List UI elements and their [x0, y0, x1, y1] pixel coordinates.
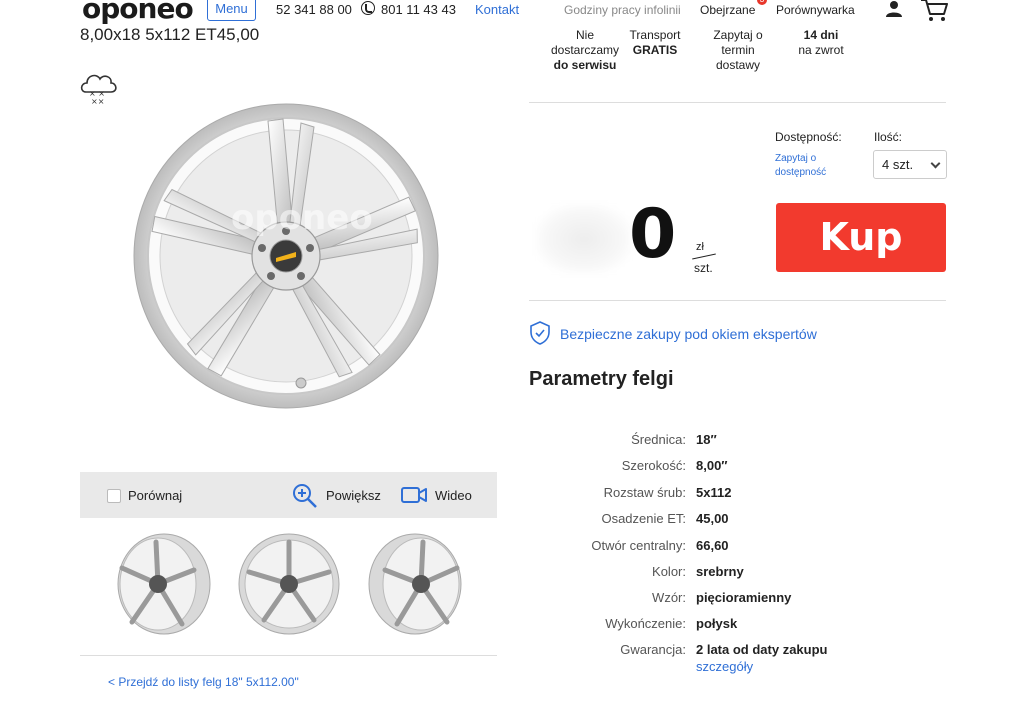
thumbnail-strip [80, 520, 497, 654]
logo[interactable]: oponeo [82, 0, 194, 25]
cart-icon[interactable] [920, 0, 948, 22]
benefit-ask-delivery[interactable]: Zapytaj o termin dostawy [698, 28, 778, 73]
safe-shopping-link[interactable]: Bezpieczne zakupy pod okiem ekspertów [560, 326, 817, 342]
param-row: Wykończenie: połysk [605, 616, 738, 631]
phone-number-2[interactable]: 801 11 43 43 [381, 2, 456, 17]
thumbnail-front[interactable] [235, 530, 343, 638]
param-row: Otwór centralny: 66,60 [591, 538, 729, 553]
weather-icon: × × ×× [80, 74, 117, 106]
compare-link[interactable]: Porównywarka [776, 3, 855, 17]
phone-number-1[interactable]: 52 341 88 00 [276, 2, 352, 17]
quantity-select[interactable]: 4 szt. [873, 150, 947, 179]
availability-label: Dostępność: [775, 130, 842, 144]
zoom-label[interactable]: Powiększ [326, 488, 381, 503]
gallery-toolbar: Porównaj Powiększ Wideo [80, 472, 497, 518]
compare-label[interactable]: Porównaj [128, 488, 182, 503]
params-title: Parametry felgi [529, 368, 674, 390]
user-icon[interactable] [885, 0, 903, 18]
price-value: 0 [629, 195, 677, 274]
param-row: Kolor: srebrny [652, 564, 744, 579]
param-row: Rozstaw śrub: 5x112 [603, 485, 732, 500]
price-divider [692, 253, 716, 260]
price-unit: szt. [694, 261, 713, 275]
benefit-free-transport: Transport GRATIS [629, 28, 681, 57]
thumbnail-angled-left[interactable] [108, 530, 216, 638]
video-icon[interactable] [401, 486, 427, 504]
viewed-link[interactable]: Obejrzane [700, 3, 755, 17]
back-to-list-link[interactable]: < Przejdź do listy felg 18" 5x112.00" [108, 675, 299, 689]
site-header: oponeo Menu 52 341 88 00 801 11 43 43 Ko… [0, 0, 1024, 25]
quantity-label: Ilość: [874, 130, 903, 144]
svg-text:××: ×× [91, 97, 104, 106]
param-row: Szerokość: 8,00″ [621, 458, 728, 473]
buy-button[interactable]: Kup [776, 203, 946, 272]
param-row: Średnica: 18″ [631, 432, 717, 447]
benefit-returns: 14 dni na zwrot [798, 28, 844, 57]
product-title: 8,00x18 5x112 ET45,00 [80, 25, 260, 44]
viewed-count-badge: 3 [757, 0, 767, 5]
contact-link[interactable]: Kontakt [475, 2, 519, 17]
image-watermark: oponeo [231, 198, 373, 238]
price-currency: zł [696, 241, 704, 253]
divider [80, 655, 497, 656]
video-label[interactable]: Wideo [435, 488, 472, 503]
chevron-down-icon [930, 158, 941, 169]
availability-link[interactable]: Zapytaj o dostępność [775, 152, 826, 180]
hours-link[interactable]: Godziny pracy infolinii [564, 3, 681, 17]
divider [529, 300, 946, 301]
main-wheel-image[interactable]: oponeo [131, 101, 441, 411]
zoom-icon[interactable] [292, 483, 318, 509]
divider [529, 102, 946, 103]
param-row: Osadzenie ET: 45,00 [601, 511, 729, 526]
param-row: Wzór: pięcioramienny [652, 590, 792, 605]
menu-button[interactable]: Menu [207, 0, 256, 21]
compare-checkbox[interactable] [107, 489, 121, 503]
shield-icon [530, 321, 550, 345]
price-blur [536, 204, 632, 274]
warranty-details-link[interactable]: szczegóły [696, 659, 753, 674]
phone-icon [361, 1, 375, 15]
thumbnail-angled-right[interactable] [363, 530, 471, 638]
